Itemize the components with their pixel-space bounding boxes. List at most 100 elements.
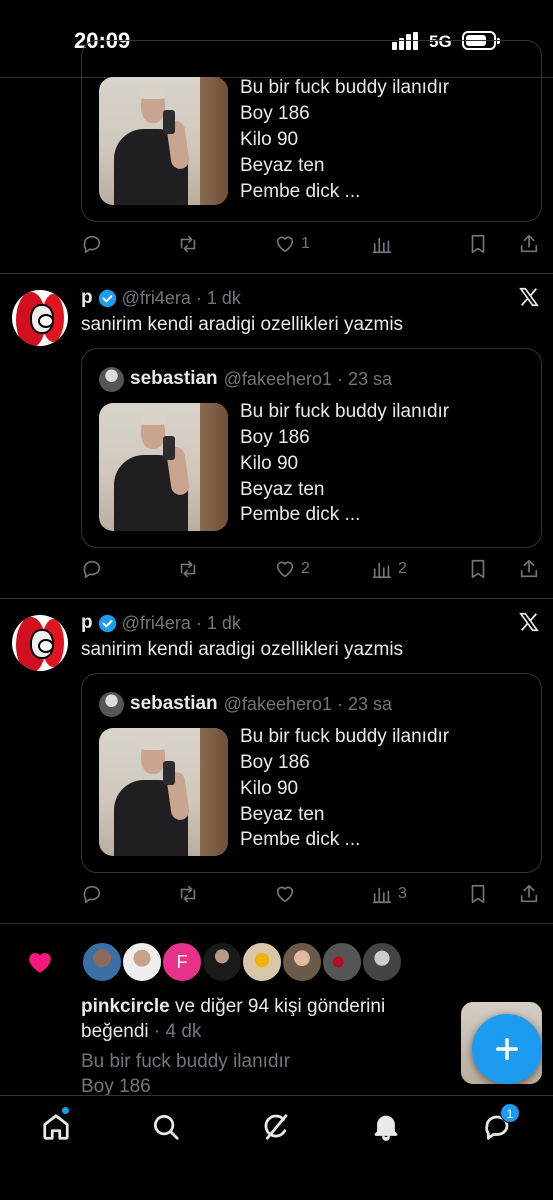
repost-icon bbox=[180, 560, 196, 578]
quote-text-line: Beyaz ten bbox=[240, 479, 325, 500]
quote-card[interactable]: sebastian @fakeehero1 · 23 sa Bu bir fuc… bbox=[81, 348, 542, 548]
liker-avatar-letter: F bbox=[176, 951, 188, 972]
bookmark-icon bbox=[471, 884, 485, 904]
quote-card[interactable]: Bu bir fuck buddy ilanıdır Boy 186 Kilo … bbox=[81, 40, 542, 222]
bookmark-button[interactable] bbox=[467, 233, 489, 255]
view-count: 2 bbox=[398, 560, 407, 577]
quote-text-line: Kilo 90 bbox=[240, 129, 299, 150]
reply-button[interactable] bbox=[81, 883, 103, 905]
views-button[interactable] bbox=[371, 233, 393, 255]
liker-avatar[interactable] bbox=[361, 941, 403, 983]
quote-author-handle-time: @fakeehero1 · 23 sa bbox=[223, 693, 393, 714]
nav-search[interactable] bbox=[151, 1112, 181, 1142]
notification-text-2: beğendi bbox=[81, 1021, 149, 1042]
view-count: 3 bbox=[398, 885, 407, 902]
reply-icon bbox=[83, 560, 101, 579]
divider bbox=[0, 598, 553, 599]
author-name[interactable]: p bbox=[81, 612, 93, 634]
repost-button[interactable] bbox=[177, 883, 199, 905]
like-count: 1 bbox=[301, 235, 310, 252]
liker-avatar[interactable] bbox=[281, 941, 323, 983]
bookmark-button[interactable] bbox=[467, 558, 489, 580]
post-header: p @fri4era · 1 dk bbox=[81, 286, 241, 310]
like-button[interactable] bbox=[274, 883, 301, 905]
compose-button[interactable] bbox=[472, 1014, 542, 1084]
post-actions: 1 bbox=[81, 233, 542, 259]
post-actions: 3 bbox=[81, 883, 542, 909]
share-button[interactable] bbox=[518, 558, 540, 580]
divider bbox=[0, 273, 553, 274]
bottom-nav: 1 bbox=[0, 1095, 553, 1200]
quote-text-line: Beyaz ten bbox=[240, 804, 325, 825]
repost-button[interactable] bbox=[177, 233, 199, 255]
reply-button[interactable] bbox=[81, 233, 103, 255]
quote-author-name: sebastian bbox=[130, 368, 218, 389]
liker-avatar[interactable] bbox=[201, 941, 243, 983]
x-logo-icon[interactable] bbox=[518, 286, 540, 308]
liker-avatar[interactable] bbox=[81, 941, 123, 983]
x-logo-icon[interactable] bbox=[518, 611, 540, 633]
bookmark-button[interactable] bbox=[467, 883, 489, 905]
repost-button[interactable] bbox=[177, 558, 199, 580]
quote-card[interactable]: sebastian @fakeehero1 · 23 sa Bu bir fuc… bbox=[81, 673, 542, 873]
quote-photo[interactable] bbox=[99, 403, 228, 531]
reply-button[interactable] bbox=[81, 558, 103, 580]
liker-avatar[interactable]: F bbox=[161, 941, 203, 983]
quote-text-line: Kilo 90 bbox=[240, 453, 299, 474]
analytics-icon bbox=[372, 887, 392, 904]
plus-icon bbox=[495, 1037, 519, 1061]
divider bbox=[0, 923, 553, 924]
nav-home[interactable] bbox=[41, 1106, 71, 1142]
nav-notifications[interactable] bbox=[371, 1112, 401, 1142]
quote-avatar bbox=[99, 366, 124, 392]
author-handle-time[interactable]: @fri4era · 1 dk bbox=[122, 613, 241, 634]
quote-author-name: sebastian bbox=[130, 693, 218, 714]
like-count: 2 bbox=[301, 560, 310, 577]
quote-text-line: Kilo 90 bbox=[240, 778, 299, 799]
post-text: sanirim kendi aradigi ozellikleri yazmis bbox=[81, 639, 404, 660]
reply-icon bbox=[83, 235, 101, 254]
heart-filled-icon bbox=[29, 952, 51, 973]
notification-text[interactable]: pinkcircle ve diğer 94 kişi gönderini bbox=[81, 996, 385, 1018]
heart-icon bbox=[276, 561, 294, 578]
like-button[interactable]: 2 bbox=[274, 558, 310, 580]
verified-badge-icon bbox=[98, 614, 116, 632]
post-actions: 2 2 bbox=[81, 558, 542, 584]
author-name[interactable]: p bbox=[81, 287, 93, 309]
home-icon bbox=[43, 1114, 69, 1140]
liker-avatar[interactable] bbox=[241, 941, 283, 983]
quote-header: sebastian @fakeehero1 · 23 sa bbox=[99, 691, 393, 717]
analytics-icon bbox=[372, 562, 392, 579]
avatar[interactable] bbox=[12, 290, 68, 346]
share-icon bbox=[520, 884, 538, 903]
notification-dot bbox=[61, 1106, 70, 1115]
quote-photo[interactable] bbox=[99, 77, 228, 205]
nav-messages[interactable]: 1 bbox=[482, 1103, 520, 1142]
quote-text-line: Bu bir fuck buddy ilanıdır bbox=[240, 401, 450, 422]
notification-preview-line: Bu bir fuck buddy ilanıdır bbox=[81, 1051, 291, 1072]
views-button[interactable]: 3 bbox=[371, 883, 407, 905]
reply-icon bbox=[83, 885, 101, 904]
notification-user[interactable]: pinkcircle bbox=[81, 996, 170, 1017]
messages-badge: 1 bbox=[500, 1103, 520, 1123]
quote-photo[interactable] bbox=[99, 728, 228, 856]
quote-author-handle-time: @fakeehero1 · 23 sa bbox=[223, 368, 393, 389]
quote-avatar bbox=[99, 691, 124, 717]
liker-avatar[interactable] bbox=[121, 941, 163, 983]
views-button[interactable]: 2 bbox=[371, 558, 407, 580]
quote-text-line: Pembe dick ... bbox=[240, 829, 361, 850]
author-handle-time[interactable]: @fri4era · 1 dk bbox=[122, 288, 241, 309]
share-button[interactable] bbox=[518, 883, 540, 905]
verified-badge-icon bbox=[98, 289, 116, 307]
bookmark-icon bbox=[471, 234, 485, 254]
quote-text-line: Bu bir fuck buddy ilanıdır bbox=[240, 77, 450, 98]
avatar[interactable] bbox=[12, 615, 68, 671]
quote-text-line: Bu bir fuck buddy ilanıdır bbox=[240, 726, 450, 747]
notification-time: · 4 dk bbox=[148, 1021, 202, 1042]
liker-avatar[interactable] bbox=[321, 941, 363, 983]
heart-icon bbox=[276, 236, 294, 253]
share-button[interactable] bbox=[518, 233, 540, 255]
grok-icon bbox=[264, 1114, 288, 1140]
like-button[interactable]: 1 bbox=[274, 233, 310, 255]
nav-grok[interactable] bbox=[261, 1112, 291, 1142]
